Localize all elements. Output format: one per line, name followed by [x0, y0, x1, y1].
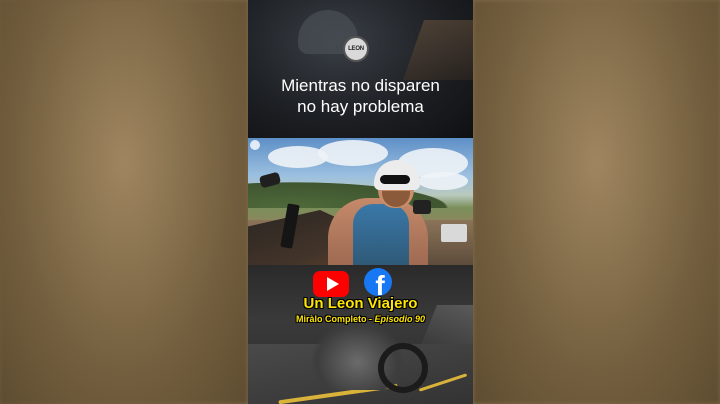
channel-logo: LEON	[343, 36, 369, 62]
rock-wall	[403, 20, 473, 80]
short-video-frame[interactable]: LEON Mientras no disparen no hay problem…	[248, 0, 473, 404]
rider-tank-top	[353, 204, 409, 265]
camera-badge-icon	[250, 140, 260, 150]
caption-line-1: Mientras no disparen	[281, 76, 440, 95]
blurred-background-left	[0, 0, 248, 404]
action-camera	[413, 200, 431, 214]
youtube-icon[interactable]	[313, 271, 349, 297]
main-video-panel	[248, 138, 473, 265]
channel-title: Un Leon Viajero	[303, 295, 418, 312]
bottom-video-panel: f Un Leon Viajero Miràlo Completo - Epis…	[248, 265, 473, 404]
motorcycle-wheel	[378, 343, 428, 393]
truck	[441, 224, 467, 242]
episode-label: Episodio 90	[374, 314, 425, 324]
play-triangle-icon	[326, 277, 339, 291]
top-video-panel: LEON Mientras no disparen no hay problem…	[248, 0, 473, 138]
facebook-icon[interactable]: f	[364, 268, 392, 296]
caption-line-2: no hay problema	[297, 97, 424, 116]
cloud	[318, 140, 388, 166]
subtitle-prefix: Miràlo Completo -	[295, 314, 375, 324]
rider-goggles	[380, 175, 410, 184]
facebook-glyph: f	[375, 270, 385, 297]
blurred-background-right	[473, 0, 720, 404]
watch-full-subtitle: Miràlo Completo - Episodio 90	[248, 314, 473, 325]
channel-logo-text: LEON	[348, 46, 364, 52]
